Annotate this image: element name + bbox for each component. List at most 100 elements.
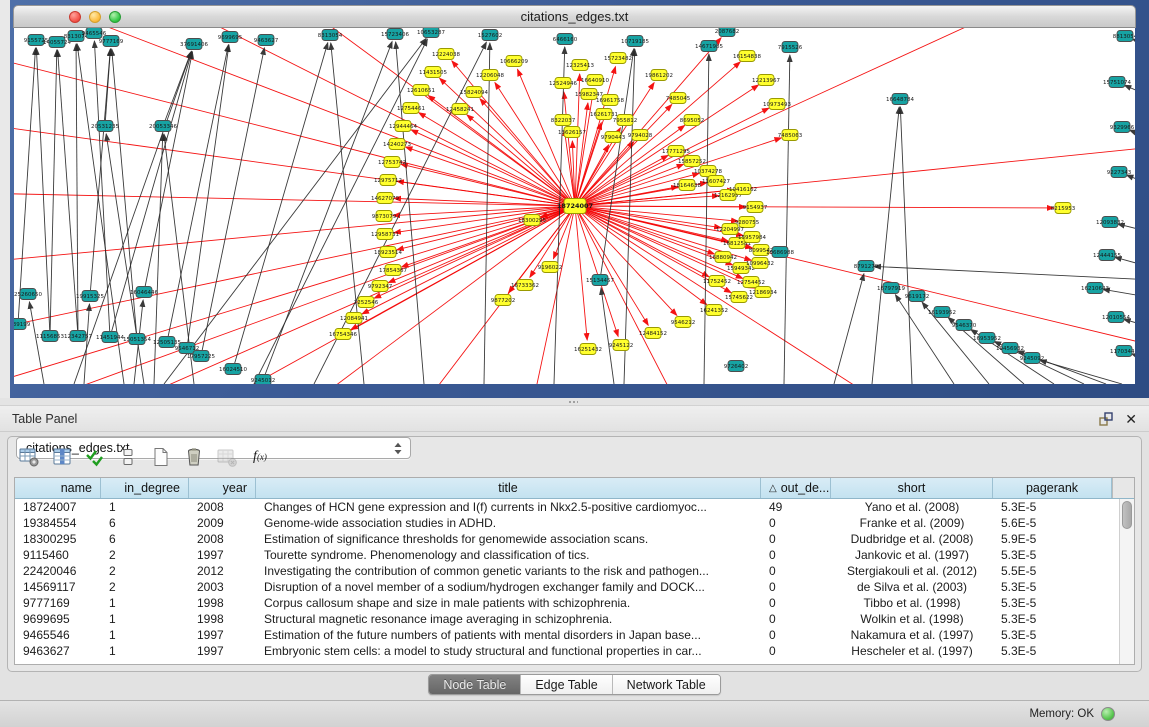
graph-node[interactable]: 7485063 <box>778 130 803 141</box>
cell-name[interactable]: 19384554 <box>15 515 101 531</box>
cell-in_degree[interactable]: 1 <box>101 595 189 611</box>
cell-in_degree[interactable]: 6 <box>101 515 189 531</box>
cell-name[interactable]: 14569117 <box>15 579 101 595</box>
cell-in_degree[interactable]: 1 <box>101 611 189 627</box>
graph-node[interactable]: 10374278 <box>694 166 722 177</box>
network-canvas[interactable]: 1872400712224038114315051261065112754461… <box>14 28 1135 384</box>
graph-node[interactable]: 15723406 <box>381 29 409 40</box>
graph-node[interactable]: 16193952 <box>928 307 956 318</box>
cell-pagerank[interactable]: 5.3E-5 <box>993 611 1112 627</box>
graph-node[interactable]: 12213967 <box>752 75 780 86</box>
cell-name[interactable]: 22420046 <box>15 563 101 579</box>
cell-in_degree[interactable]: 1 <box>101 643 189 659</box>
column-header-short[interactable]: short <box>831 478 993 498</box>
cell-short[interactable]: Jankovic et al. (1997) <box>831 547 993 563</box>
graph-node[interactable]: 7915526 <box>778 42 803 53</box>
graph-node[interactable]: 12975712 <box>374 175 402 186</box>
cell-year[interactable]: 2003 <box>189 579 256 595</box>
graph-node[interactable]: 9873079 <box>372 211 397 222</box>
graph-node[interactable]: 20531235 <box>91 121 119 132</box>
table-row[interactable]: 911546021997Tourette syndrome. Phenomeno… <box>15 547 1134 563</box>
close-panel-icon[interactable]: ✕ <box>1125 411 1137 427</box>
graph-node[interactable]: 9777169 <box>99 36 124 47</box>
graph-node[interactable]: 19861202 <box>645 70 673 81</box>
graph-node[interactable]: 14627079 <box>371 193 399 204</box>
graph-node[interactable]: 20053346 <box>149 121 177 132</box>
graph-node[interactable]: 9546370 <box>952 320 977 331</box>
graph-node[interactable]: 12093832 <box>1096 217 1124 228</box>
graph-node[interactable]: 16210643 <box>1081 283 1109 294</box>
graph-node[interactable]: 9227343 <box>1107 167 1132 178</box>
graph-node[interactable]: 9339199 <box>14 319 31 330</box>
cell-short[interactable]: Nakamura et al. (1997) <box>831 627 993 643</box>
cell-pagerank[interactable]: 5.5E-5 <box>993 563 1112 579</box>
graph-node[interactable]: 8791279 <box>854 261 879 272</box>
cell-title[interactable]: Disruption of a novel member of a sodium… <box>256 579 761 595</box>
cell-title[interactable]: Investigating the contribution of common… <box>256 563 761 579</box>
cell-short[interactable]: Dudbridge et al. (2008) <box>831 531 993 547</box>
column-header-out_degree[interactable]: △out_de... <box>761 478 831 498</box>
cell-title[interactable]: Embryonic stem cells: a model to study s… <box>256 643 761 659</box>
graph-node[interactable]: 16797919 <box>877 283 905 294</box>
cell-in_degree[interactable]: 2 <box>101 563 189 579</box>
graph-node[interactable]: 11156853 <box>36 331 64 342</box>
graph-node[interactable]: 11752452 <box>703 276 731 287</box>
graph-node[interactable]: 8215953 <box>1051 203 1076 214</box>
cell-year[interactable]: 2012 <box>189 563 256 579</box>
graph-node[interactable]: 16046446 <box>130 287 158 298</box>
table-mode-icon[interactable] <box>16 444 42 470</box>
cell-out_degree[interactable]: 0 <box>761 515 831 531</box>
graph-node[interactable]: 9245012 <box>251 375 276 385</box>
graph-node[interactable]: 16648784 <box>886 94 914 105</box>
graph-node[interactable]: 11607427 <box>702 176 730 187</box>
show-column-icon[interactable] <box>49 444 75 470</box>
graph-node[interactable]: 8322037 <box>551 115 576 126</box>
graph-node[interactable]: 9463627 <box>254 35 279 46</box>
cell-pagerank[interactable]: 5.9E-5 <box>993 531 1112 547</box>
graph-node[interactable]: 15824094 <box>460 87 488 98</box>
graph-node[interactable]: 11703443 <box>1110 346 1135 357</box>
graph-node[interactable]: 12958731 <box>371 229 399 240</box>
graph-node[interactable]: 15051354 <box>123 334 151 345</box>
table-row[interactable]: 1830029562008Estimation of significance … <box>15 531 1134 547</box>
graph-node[interactable]: 18923514 <box>374 247 402 258</box>
graph-node[interactable]: 9546212 <box>671 317 696 328</box>
cell-pagerank[interactable]: 5.3E-5 <box>993 627 1112 643</box>
cell-out_degree[interactable]: 49 <box>761 499 831 515</box>
scrollbar-thumb[interactable] <box>1122 501 1132 529</box>
cell-short[interactable]: de Silva et al. (2003) <box>831 579 993 595</box>
cell-short[interactable]: Hescheler et al. (1997) <box>831 643 993 659</box>
graph-node[interactable]: 12186934 <box>749 287 777 298</box>
cell-pagerank[interactable]: 5.3E-5 <box>993 595 1112 611</box>
graph-node[interactable]: 12484152 <box>639 328 667 339</box>
graph-node[interactable]: 12342757 <box>64 331 92 342</box>
cell-out_degree[interactable]: 0 <box>761 595 831 611</box>
graph-node[interactable]: 9196022 <box>538 262 563 273</box>
minimize-window-icon[interactable] <box>89 11 101 23</box>
cell-title[interactable]: Structural magnetic resonance image aver… <box>256 611 761 627</box>
cell-out_degree[interactable]: 0 <box>761 563 831 579</box>
graph-node[interactable]: 18164638 <box>673 180 701 191</box>
graph-node[interactable]: 14240273 <box>383 139 411 150</box>
cell-name[interactable]: 9699695 <box>15 611 101 627</box>
cell-pagerank[interactable]: 5.3E-5 <box>993 643 1112 659</box>
tab-edge-table[interactable]: Edge Table <box>521 675 612 694</box>
graph-node[interactable]: 9726402 <box>724 361 749 372</box>
graph-node[interactable]: 9280755 <box>735 217 760 228</box>
table-row[interactable]: 969969511998Structural magnetic resonanc… <box>15 611 1134 627</box>
delete-column-icon[interactable] <box>181 444 207 470</box>
graph-node[interactable]: 10973493 <box>763 99 791 110</box>
graph-node[interactable]: 12753742 <box>378 157 406 168</box>
cell-year[interactable]: 1997 <box>189 547 256 563</box>
graph-node[interactable]: 17771295 <box>662 146 690 157</box>
graph-node[interactable]: 11451944 <box>96 332 124 343</box>
table-row[interactable]: 1456911722003Disruption of a novel membe… <box>15 579 1134 595</box>
graph-node[interactable]: 16241352 <box>700 305 728 316</box>
graph-node[interactable]: 10719185 <box>621 36 649 47</box>
cell-short[interactable]: Wolkin et al. (1998) <box>831 611 993 627</box>
column-header-year[interactable]: year <box>189 478 256 498</box>
graph-node[interactable]: 9699695 <box>218 32 243 43</box>
graph-node[interactable]: 15751074 <box>1103 77 1131 88</box>
cell-out_degree[interactable]: 0 <box>761 611 831 627</box>
cell-title[interactable]: Tourette syndrome. Phenomenology and cla… <box>256 547 761 563</box>
